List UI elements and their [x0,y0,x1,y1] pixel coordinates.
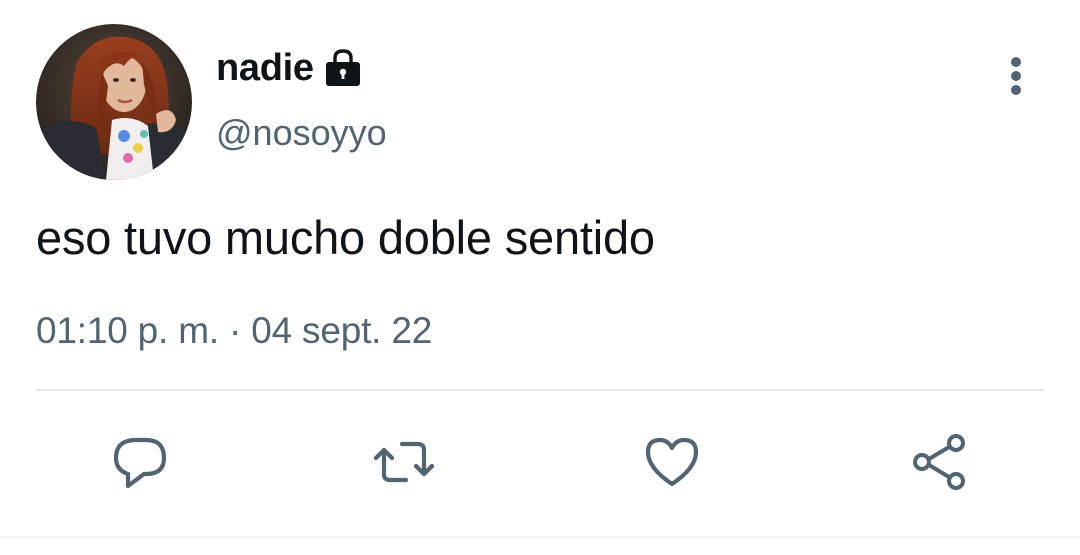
heart-icon [645,437,699,487]
avatar-image [36,24,192,180]
more-vertical-icon [1011,57,1021,95]
like-button[interactable] [640,430,704,494]
reply-button[interactable] [108,430,172,494]
share-icon [913,434,965,490]
tweet: nadie @nosoyyo eso tuvo mucho doble sent… [0,0,1080,555]
lock-icon [322,47,364,89]
display-name[interactable]: nadie [216,47,314,90]
handle[interactable]: @nosoyyo [216,112,387,154]
tweet-text: eso tuvo mucho doble sentido [36,211,655,264]
bottom-divider [0,536,1080,538]
divider [36,389,1044,391]
retweet-button[interactable] [372,430,436,494]
display-name-row: nadie [216,42,364,94]
comment-icon [113,437,167,489]
more-options-button[interactable] [990,48,1042,104]
share-button[interactable] [908,430,972,494]
retweet-icon [373,441,435,483]
timestamp[interactable]: 01:10 p. m. · 04 sept. 22 [36,310,432,352]
avatar[interactable] [36,24,192,180]
